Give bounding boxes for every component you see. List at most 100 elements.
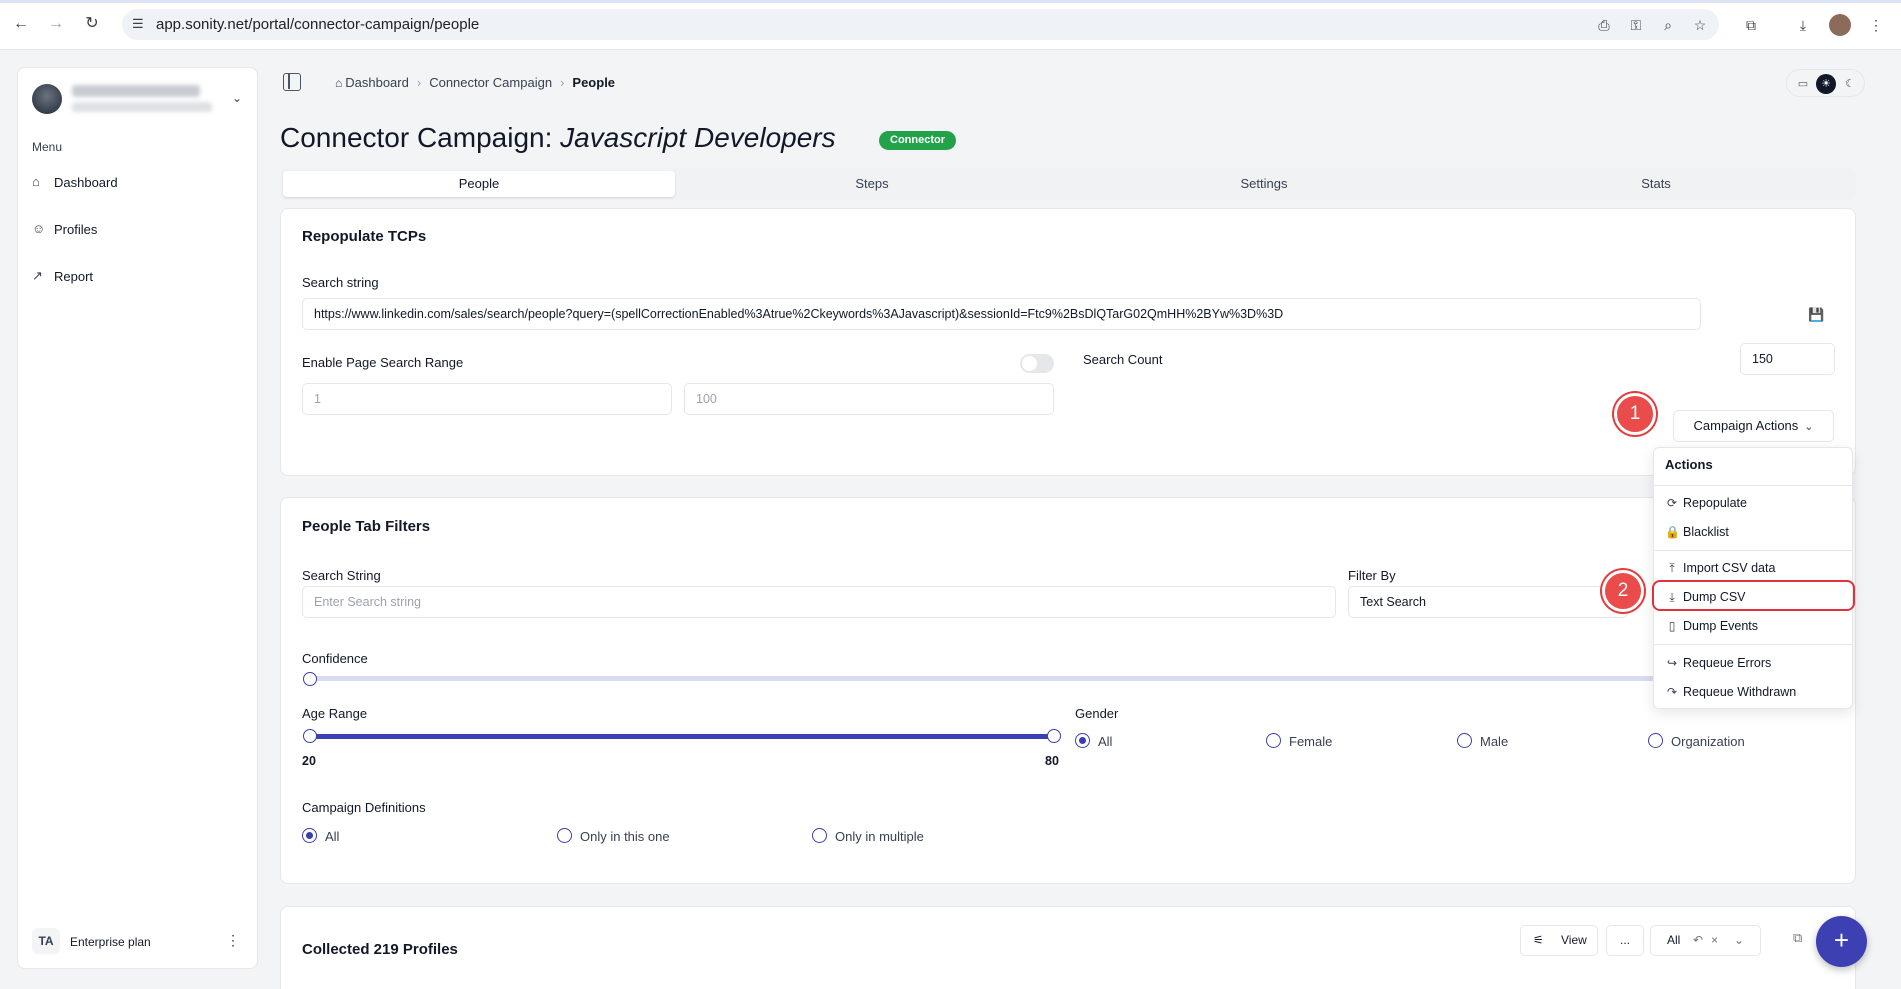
- search-string-label: Search string: [302, 275, 379, 290]
- search-count-input[interactable]: 150: [1740, 343, 1835, 375]
- view-button[interactable]: ⚟ View: [1520, 925, 1598, 956]
- radio-dot: [302, 828, 317, 843]
- profile-filter-value: All: [1667, 933, 1681, 947]
- sidebar-item-dashboard[interactable]: ⌂ Dashboard: [32, 168, 244, 196]
- filter-by-label: Filter By: [1348, 568, 1396, 583]
- radio-dot: [557, 828, 572, 843]
- chevron-down-icon[interactable]: ⌄: [232, 91, 242, 105]
- site-settings-icon[interactable]: ☰: [132, 16, 148, 32]
- breadcrumb-dashboard[interactable]: Dashboard: [345, 75, 409, 90]
- sidebar-item-label: Report: [54, 269, 94, 284]
- filter-search-label: Search String: [302, 568, 381, 583]
- back-arrow-icon[interactable]: ←: [11, 14, 31, 34]
- lock-icon: 🔒: [1665, 525, 1680, 539]
- profile-filter-select[interactable]: All ↶ × ⌄: [1650, 925, 1761, 956]
- tab-strip-edge: [0, 0, 1901, 3]
- sun-icon[interactable]: ☀: [1816, 74, 1836, 94]
- collected-title: Collected 219 Profiles: [302, 941, 458, 958]
- age-min-value: 20: [302, 754, 316, 768]
- password-key-icon[interactable]: ⚿: [1626, 15, 1646, 35]
- tab-people[interactable]: People: [283, 171, 675, 197]
- menu-divider: [1654, 550, 1852, 551]
- menu-item-repopulate[interactable]: ⟳ Repopulate: [1658, 489, 1848, 517]
- menu-item-label: Import CSV data: [1683, 561, 1776, 575]
- confidence-slider-thumb[interactable]: [303, 672, 317, 686]
- confidence-slider-track[interactable]: [309, 676, 1654, 681]
- sidebar-item-label: Profiles: [54, 222, 98, 237]
- plan-row[interactable]: TA Enterprise plan ⋮: [32, 926, 244, 956]
- radio-dot: [1075, 733, 1090, 748]
- filter-search-input[interactable]: Enter Search string: [302, 586, 1336, 618]
- chevron-down-icon: ⌄: [1804, 421, 1814, 433]
- repopulate-card: [280, 208, 1856, 476]
- age-range-label: Age Range: [302, 706, 368, 721]
- radio-label: All: [325, 829, 340, 844]
- account-switcher[interactable]: ⌄: [32, 82, 244, 116]
- home-icon: ⌂: [32, 174, 40, 189]
- user-avatar: [32, 84, 62, 114]
- chevron-right-icon: ›: [416, 75, 422, 90]
- reload-icon[interactable]: ↻: [82, 14, 102, 34]
- more-vertical-icon[interactable]: ⋮: [226, 932, 240, 949]
- menu-label: Menu: [32, 140, 63, 154]
- undo-icon[interactable]: ↶: [1693, 926, 1703, 955]
- refresh-icon: ⟳: [1666, 496, 1678, 510]
- page-title: Connector Campaign: Javascript Developer…: [280, 122, 836, 154]
- save-icon[interactable]: 💾: [1808, 307, 1824, 323]
- sidebar-item-report[interactable]: ↗ Report: [32, 262, 244, 290]
- campaign-type-badge: Connector: [879, 131, 956, 150]
- copy-icon[interactable]: ⧉: [1793, 930, 1802, 946]
- age-slider-track[interactable]: [309, 734, 1055, 739]
- sidebar-toggle-icon[interactable]: [283, 73, 301, 91]
- chevron-down-icon[interactable]: ⌄: [1734, 926, 1744, 955]
- add-button[interactable]: +: [1816, 916, 1867, 967]
- close-icon[interactable]: ×: [1711, 926, 1718, 955]
- extensions-icon[interactable]: ⧉: [1741, 15, 1761, 35]
- sliders-icon: ⚟: [1533, 933, 1544, 947]
- menu-item-requeue-errors[interactable]: ↪ Requeue Errors: [1658, 649, 1848, 677]
- redo-icon: ↪: [1666, 656, 1678, 670]
- filter-by-select[interactable]: Text Search: [1348, 586, 1628, 618]
- page-from-input[interactable]: 1: [302, 383, 672, 415]
- browser-menu-icon[interactable]: ⋮: [1866, 15, 1886, 35]
- age-slider-min-thumb[interactable]: [303, 729, 317, 743]
- search-string-input[interactable]: https://www.linkedin.com/sales/search/pe…: [302, 298, 1701, 330]
- menu-item-label: Blacklist: [1683, 525, 1729, 539]
- radio-dot: [1648, 733, 1663, 748]
- page-range-toggle[interactable]: [1020, 354, 1054, 373]
- menu-item-requeue-withdrawn[interactable]: ↷ Requeue Withdrawn: [1658, 678, 1848, 706]
- page-to-input[interactable]: 100: [684, 383, 1054, 415]
- bookmark-star-icon[interactable]: ☆: [1690, 15, 1710, 35]
- forward-arrow-icon[interactable]: →: [46, 14, 66, 34]
- campaign-actions-button[interactable]: Campaign Actions ⌄: [1673, 410, 1834, 442]
- breadcrumb-connector-campaign[interactable]: Connector Campaign: [429, 75, 552, 90]
- browser-profile-avatar[interactable]: [1829, 14, 1851, 36]
- moon-icon[interactable]: ☾: [1840, 74, 1860, 94]
- file-icon: ▯: [1668, 619, 1676, 633]
- home-icon: ⌂: [335, 76, 343, 90]
- menu-item-blacklist[interactable]: 🔒 Blacklist: [1658, 518, 1848, 546]
- downloads-icon[interactable]: ⤓: [1793, 15, 1813, 35]
- tab-bar: People Steps Settings Stats: [280, 168, 1856, 200]
- more-options-button[interactable]: ...: [1606, 925, 1644, 956]
- campaign-name: Javascript Developers: [560, 122, 836, 153]
- age-slider-max-thumb[interactable]: [1047, 729, 1061, 743]
- page-title-prefix: Connector Campaign:: [280, 122, 553, 153]
- menu-item-dump-events[interactable]: ▯ Dump Events: [1658, 612, 1848, 640]
- tab-steps[interactable]: Steps: [676, 171, 1068, 197]
- zoom-icon[interactable]: ⌕: [1658, 15, 1678, 35]
- menu-item-import-csv[interactable]: ⤒ Import CSV data: [1658, 554, 1848, 582]
- install-app-icon[interactable]: ⎙: [1594, 15, 1614, 35]
- tab-settings[interactable]: Settings: [1068, 171, 1460, 197]
- tab-stats[interactable]: Stats: [1460, 171, 1852, 197]
- plan-label: Enterprise plan: [70, 935, 151, 949]
- theme-switcher[interactable]: ▭ ☀ ☾: [1786, 69, 1865, 97]
- confidence-label: Confidence: [302, 651, 368, 666]
- sidebar-item-profiles[interactable]: ☺ Profiles: [32, 215, 244, 243]
- address-bar[interactable]: ☰ app.sonity.net/portal/connector-campai…: [122, 9, 1719, 40]
- address-url[interactable]: app.sonity.net/portal/connector-campaign…: [156, 16, 479, 33]
- page-range-label: Enable Page Search Range: [302, 355, 464, 370]
- monitor-icon[interactable]: ▭: [1793, 74, 1813, 94]
- campaign-actions-label: Campaign Actions: [1693, 418, 1799, 433]
- view-label: View: [1561, 933, 1587, 947]
